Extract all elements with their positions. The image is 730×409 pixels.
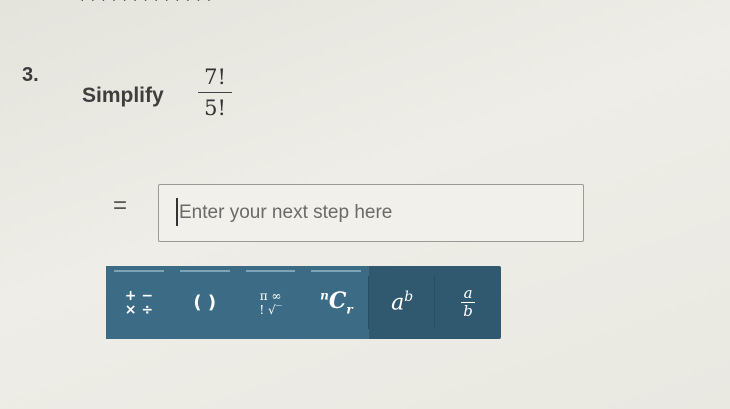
functions-icon: π ∞ ! √‾ xyxy=(259,288,282,317)
fraction-numerator: 7! xyxy=(204,65,226,89)
fraction-bar xyxy=(198,92,232,93)
fraction-icon: a b xyxy=(461,286,476,319)
power-icon: ab xyxy=(391,289,414,316)
power-button[interactable]: ab xyxy=(369,266,435,339)
text-caret xyxy=(176,198,178,226)
combination-icon: nCr xyxy=(320,288,353,317)
tab-combinations[interactable]: nCr xyxy=(303,266,370,339)
tab-parentheses[interactable]: ( ) xyxy=(171,266,238,339)
equals-sign: = xyxy=(113,192,128,219)
tab-operators[interactable]: + − × ÷ xyxy=(106,266,172,339)
question-prompt: Simplify xyxy=(82,84,164,107)
question-number: 3. xyxy=(22,64,39,86)
tab-functions[interactable]: π ∞ ! √‾ xyxy=(237,266,304,339)
parentheses-icon: ( ) xyxy=(193,292,217,313)
operators-icon: + − × ÷ xyxy=(124,287,154,318)
cut-off-header: · · · · · · · · · · · · · xyxy=(80,0,340,5)
answer-input[interactable] xyxy=(158,184,584,242)
fraction-denominator: 5! xyxy=(204,96,226,120)
fraction-button[interactable]: a b xyxy=(435,266,501,339)
question-fraction: 7! 5! xyxy=(198,64,232,121)
math-toolbar: + − × ÷ ( ) π ∞ ! √‾ nCr ab a b xyxy=(106,266,501,339)
